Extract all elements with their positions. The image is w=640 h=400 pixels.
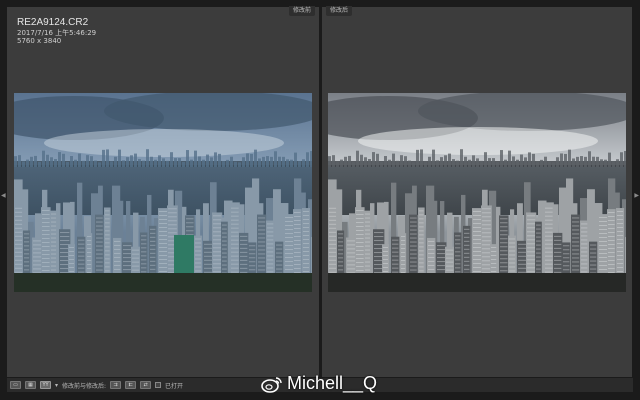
copy-settings-reverse-icon[interactable]: ⇇	[125, 381, 137, 389]
swap-icon[interactable]: ⇄	[140, 381, 152, 389]
view-mode-label: YY	[42, 382, 49, 388]
before-label: 修改前	[288, 6, 315, 16]
grid-view-icon[interactable]: ▦	[25, 381, 36, 389]
file-dimensions: 5760 x 3840	[17, 36, 62, 45]
before-photo[interactable]	[14, 93, 312, 292]
before-panel[interactable]: 修改前 RE2A9124.CR2 2017/7/16 上午5:46:29 576…	[7, 6, 319, 377]
after-photo[interactable]	[328, 93, 626, 292]
right-arrow-icon[interactable]: ▶	[634, 192, 639, 199]
copy-settings-icon[interactable]: ⇉	[110, 381, 122, 389]
toggle-label: 已打开	[165, 382, 184, 390]
weibo-icon	[261, 376, 282, 393]
after-label: 修改后	[326, 6, 353, 16]
file-info: RE2A9124.CR2 2017/7/16 上午5:46:29 5760 x …	[17, 17, 96, 45]
file-datetime: 2017/7/16 上午5:46:29	[17, 28, 97, 37]
file-name: RE2A9124.CR2	[17, 17, 89, 28]
dropdown-arrow-icon[interactable]: ▾	[55, 382, 58, 389]
left-arrow-icon[interactable]: ◀	[1, 192, 6, 199]
compare-label: 修改前与修改后:	[62, 382, 107, 390]
after-panel[interactable]: 修改后	[322, 6, 632, 377]
watermark-text: Michell__Q	[287, 373, 378, 393]
toggle-checkbox[interactable]	[155, 382, 162, 388]
watermark: Michell__Q	[261, 373, 377, 394]
loupe-view-icon[interactable]: ▭	[10, 381, 21, 389]
compare-view-button[interactable]: YY	[40, 381, 51, 389]
